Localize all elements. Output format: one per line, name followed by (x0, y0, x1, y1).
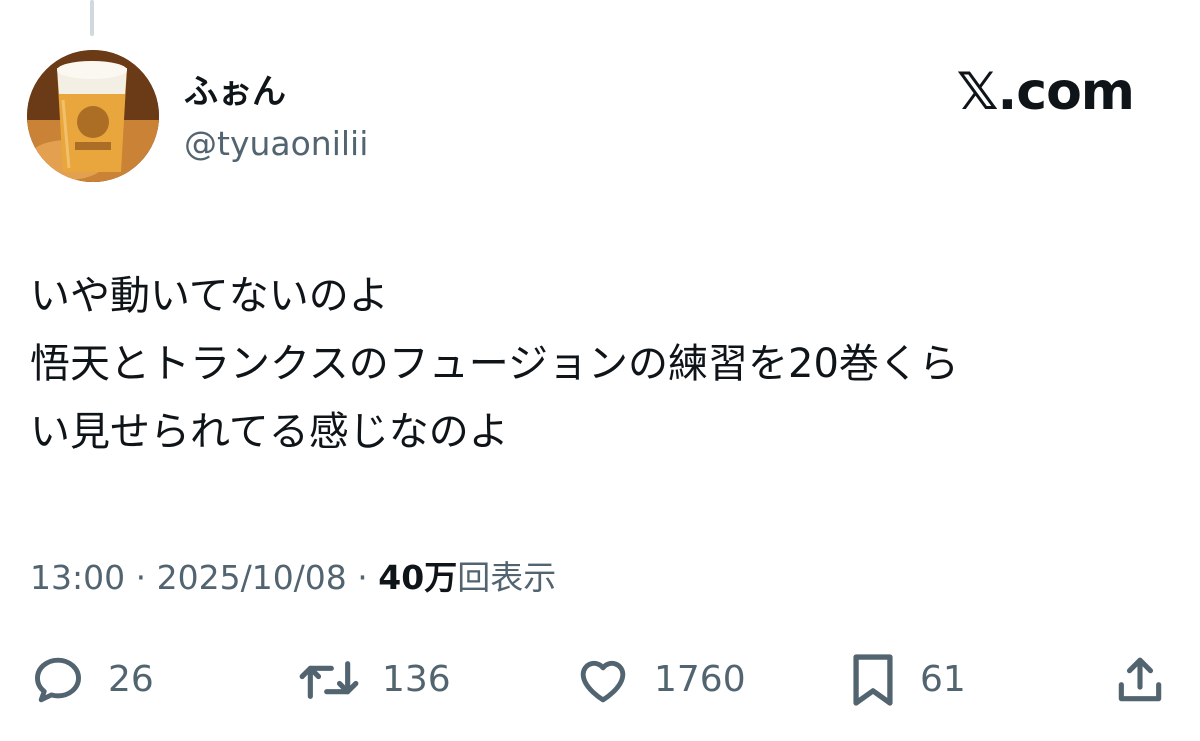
tweet-date[interactable]: 2025/10/08 (157, 558, 347, 597)
tweet-actions-bar: 26 136 1760 61 (0, 650, 1200, 710)
tweet-text-line: い見せられてる感じなのよ (30, 409, 509, 455)
like-button[interactable]: 1760 (574, 650, 746, 710)
retweet-button[interactable]: 136 (298, 650, 451, 710)
views-count: 40万 (378, 558, 458, 597)
bookmark-icon (853, 654, 893, 706)
bookmark-count: 61 (920, 659, 966, 700)
share-button[interactable] (1112, 650, 1168, 710)
tweet-text: いや動いてないのよ 悟天とトランクスのフュージョンの練習を20巻くら い見せられ… (30, 262, 1160, 466)
tweet-time[interactable]: 13:00 (30, 558, 125, 597)
retweet-icon (299, 661, 359, 699)
thread-connector-line (90, 0, 94, 36)
tweet-meta: 13:00 · 2025/10/08 · 40万回表示 (30, 556, 556, 600)
share-icon (1118, 657, 1162, 702)
reply-icon (35, 657, 81, 703)
reply-count: 26 (108, 659, 154, 700)
tweet-text-line: 悟天とトランクスのフュージョンの練習を20巻くら (30, 341, 959, 387)
meta-separator: · (346, 558, 379, 597)
retweet-count: 136 (382, 659, 451, 700)
views-label: 回表示 (457, 558, 557, 597)
like-count: 1760 (654, 659, 746, 700)
avatar[interactable] (27, 50, 159, 182)
display-name[interactable]: ふぉん (184, 72, 286, 112)
user-handle[interactable]: @tyuaonilii (184, 124, 368, 164)
reply-button[interactable]: 26 (30, 650, 154, 710)
heart-icon (580, 660, 626, 703)
x-com-logo: 𝕏.com (956, 62, 1135, 122)
meta-separator: · (125, 558, 157, 597)
beer-glass-avatar-icon (27, 50, 159, 182)
tweet-text-line: いや動いてないのよ (30, 273, 389, 319)
bookmark-button[interactable]: 61 (848, 650, 966, 710)
